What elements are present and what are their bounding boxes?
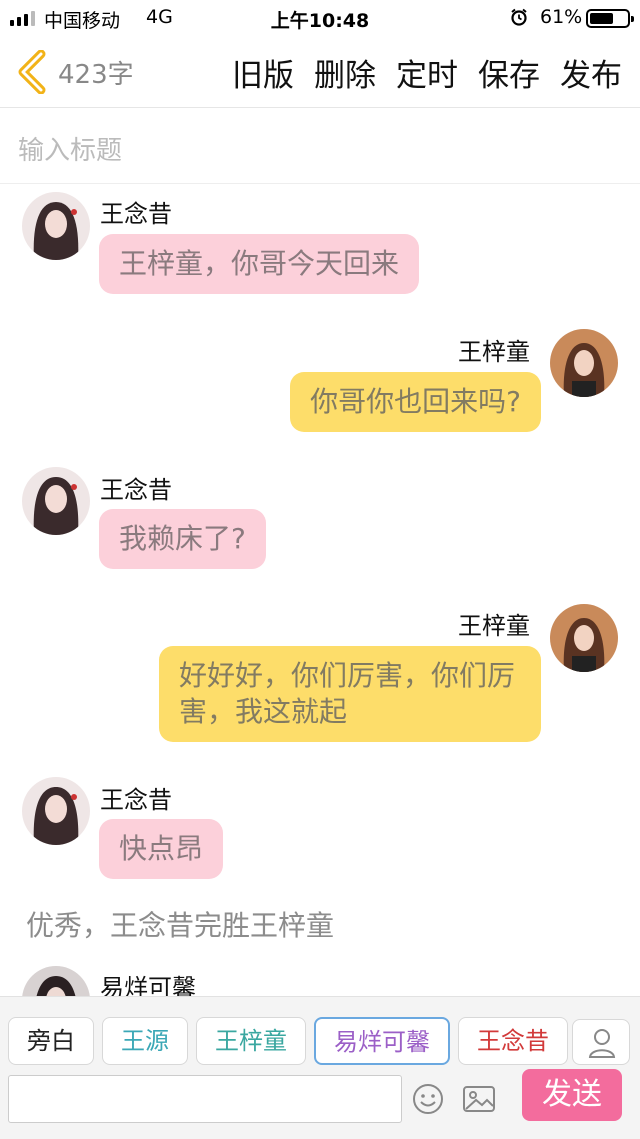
avatar[interactable] bbox=[22, 777, 90, 845]
send-button[interactable]: 发送 bbox=[522, 1069, 622, 1121]
avatar[interactable] bbox=[22, 192, 90, 260]
status-bar: 中国移动 4G 上午10:48 61% bbox=[0, 0, 640, 36]
role-chip-narration[interactable]: 旁白 bbox=[8, 1017, 94, 1065]
message-bubble[interactable]: 好好好，你们厉害，你们厉害，我这就起 bbox=[159, 646, 541, 742]
role-chip-wangnianxi[interactable]: 王念昔 bbox=[458, 1017, 568, 1065]
message-bubble[interactable]: 我赖床了? bbox=[99, 509, 266, 569]
nav-bar: 423字 旧版 删除 定时 保存 发布 bbox=[0, 36, 640, 108]
message-bubble[interactable]: 你哥你也回来吗? bbox=[290, 372, 541, 432]
avatar[interactable] bbox=[550, 604, 618, 672]
sender-name: 王念昔 bbox=[100, 786, 172, 814]
role-chip-wangyuan[interactable]: 王源 bbox=[102, 1017, 188, 1065]
user-icon bbox=[588, 1029, 616, 1058]
sender-name: 王梓童 bbox=[458, 338, 530, 366]
composer-bar: 旁白 王源 王梓童 易烊可馨 王念昔 发送 bbox=[0, 996, 640, 1139]
sender-name: 易烊可馨 bbox=[100, 974, 196, 996]
message-bubble[interactable]: 王梓童，你哥今天回来 bbox=[99, 234, 420, 294]
message-input[interactable] bbox=[8, 1075, 402, 1123]
save-button[interactable]: 保存 bbox=[478, 50, 540, 95]
emoji-icon[interactable] bbox=[412, 1083, 444, 1115]
title-placeholder: 输入标题 bbox=[18, 136, 123, 166]
title-input[interactable]: 输入标题 bbox=[0, 108, 640, 184]
narration-text[interactable]: 优秀，王念昔完胜王梓童 bbox=[26, 904, 334, 944]
avatar[interactable] bbox=[22, 467, 90, 535]
delete-button[interactable]: 删除 bbox=[314, 50, 376, 95]
publish-button[interactable]: 发布 bbox=[560, 50, 622, 95]
sender-name: 王念昔 bbox=[100, 200, 172, 228]
role-chip-yiyangkexin[interactable]: 易烊可馨 bbox=[314, 1017, 450, 1065]
back-icon[interactable] bbox=[14, 50, 48, 94]
role-chip-wangzitong[interactable]: 王梓童 bbox=[196, 1017, 306, 1065]
sender-name: 王念昔 bbox=[100, 476, 172, 504]
role-selector: 旁白 王源 王梓童 易烊可馨 王念昔 bbox=[8, 1017, 568, 1065]
alarm-icon bbox=[511, 8, 527, 26]
nav-actions: 旧版 删除 定时 保存 发布 bbox=[232, 50, 622, 95]
battery-icon bbox=[586, 9, 634, 28]
message-bubble[interactable]: 快点昂 bbox=[99, 819, 224, 879]
avatar[interactable] bbox=[550, 329, 618, 397]
old-version-button[interactable]: 旧版 bbox=[232, 50, 294, 95]
chat-area: 王念昔 王梓童，你哥今天回来 王梓童 你哥你也回来吗? 王念昔 我赖床了? 王梓… bbox=[0, 184, 640, 996]
word-count: 423字 bbox=[58, 60, 134, 90]
avatar[interactable] bbox=[22, 966, 90, 996]
battery-percent: 61% bbox=[540, 6, 583, 28]
sender-name: 王梓童 bbox=[458, 612, 530, 640]
add-role-button[interactable] bbox=[572, 1019, 630, 1065]
image-icon[interactable] bbox=[462, 1083, 496, 1115]
schedule-button[interactable]: 定时 bbox=[396, 50, 458, 95]
